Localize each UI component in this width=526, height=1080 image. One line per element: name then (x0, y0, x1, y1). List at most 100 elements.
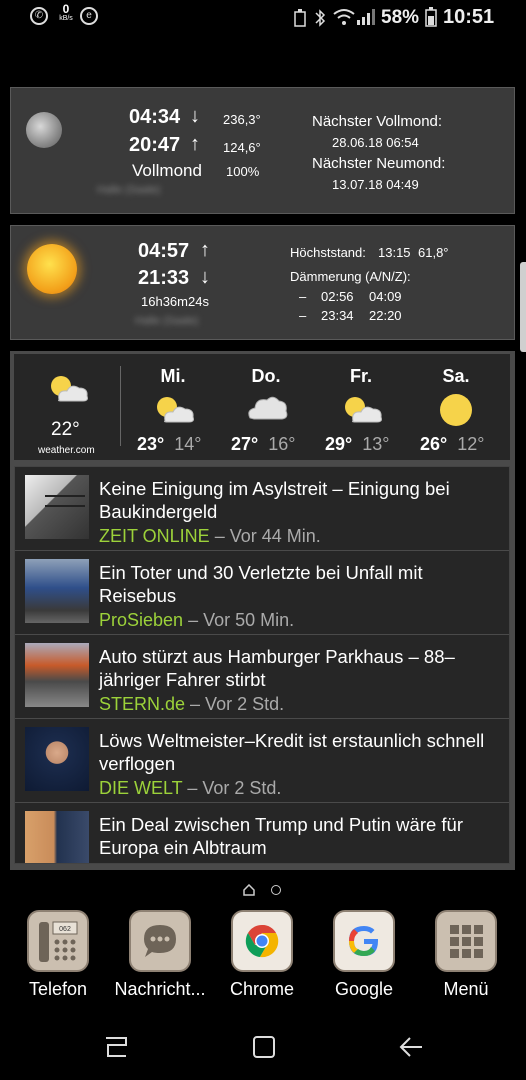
home-button-icon[interactable] (251, 1034, 277, 1060)
sun-widget[interactable]: 04:57 ↑ 21:33 ↓ 16h36m24s Halle (Saale) … (10, 225, 515, 340)
forecast-day-2-high: 27° (231, 434, 259, 454)
news-time: – Vor 2 Std. (190, 694, 285, 714)
battery-saver-icon (294, 9, 306, 27)
forecast-day-4-temps: 26° 12° (420, 434, 484, 455)
forecast-day-1-high: 23° (137, 434, 165, 454)
news-thumbnail (25, 727, 89, 791)
solar-peak-angle: 61,8° (418, 245, 449, 260)
whatsapp-icon: ✆ (30, 7, 48, 25)
weather-panel[interactable]: 22° weather.com Mi. 23° 14° Do. 27° 16° … (14, 354, 510, 460)
twilight-row1-dash: – (299, 289, 307, 304)
news-time: – Vor 44 Min. (214, 526, 321, 546)
weather-source: weather.com (38, 445, 95, 456)
news-meta: ZEIT ONLINE – Vor 44 Min. (99, 526, 321, 547)
day-length: 16h36m24s (141, 294, 209, 309)
location-blurred: Halle (Saale) (97, 184, 161, 196)
twilight-row2-dash: – (299, 308, 307, 323)
news-title: Auto stürzt aus Hamburger Parkhaus – 88–… (99, 646, 455, 690)
recent-apps-icon[interactable] (104, 1034, 130, 1060)
signal-icon (357, 9, 375, 25)
moon-set-arrow: ↑ (190, 133, 200, 155)
next-new-moon-date: 13.07.18 04:49 (332, 177, 419, 192)
next-full-moon-label: Nächster Vollmond: (312, 113, 443, 130)
sunrise-time: 04:57 (138, 240, 190, 262)
messages-icon[interactable] (129, 910, 191, 972)
twilight-row1-morning-a: 02:56 (321, 289, 354, 304)
moon-widget[interactable]: 04:34 ↓ 236,3° 20:47 ↑ 124,6° Vollmond 1… (10, 87, 515, 214)
wifi-icon (333, 9, 355, 25)
moon-illumination: 100% (226, 164, 260, 179)
sunset-arrow: ↓ (200, 266, 210, 288)
apps-grid-icon[interactable] (435, 910, 497, 972)
news-thumbnail (25, 559, 89, 623)
sun-icon (27, 244, 77, 294)
page-indicator-dot[interactable] (271, 885, 281, 895)
bluetooth-icon (315, 9, 326, 27)
news-item[interactable]: Keine Einigung im Asylstreit – Einigung … (15, 467, 509, 551)
forecast-day-3-low: 13° (362, 434, 390, 454)
forecast-day-3-high: 29° (325, 434, 353, 454)
news-item[interactable]: Auto stürzt aus Hamburger Parkhaus – 88–… (15, 635, 509, 719)
sunset-time: 21:33 (138, 267, 190, 289)
next-full-moon-date: 28.06.18 06:54 (332, 135, 419, 150)
forecast-day-2-name: Do. (251, 366, 281, 386)
solar-peak-time: 13:15 (378, 245, 411, 260)
news-list[interactable]: Keine Einigung im Asylstreit – Einigung … (14, 466, 510, 864)
moon-rise-time: 04:34 (129, 106, 181, 128)
cloudy-icon (248, 396, 288, 420)
news-title: Ein Deal zwischen Trump und Putin wäre f… (99, 814, 464, 858)
battery-percent: 58% (381, 7, 420, 28)
dock-item-chrome[interactable]: Chrome (210, 910, 314, 1000)
forecast-day-2-low: 16° (268, 434, 296, 454)
news-meta: DIE WELT – Vor 2 Std. (99, 778, 281, 799)
dock-item-google[interactable]: Google (312, 910, 416, 1000)
network-speed-value: 0 (62, 2, 70, 16)
home-page-indicator-icon[interactable] (243, 884, 255, 896)
weather-divider (120, 366, 121, 446)
news-title: Ein Toter und 30 Verletzte bei Unfall mi… (99, 562, 423, 606)
forecast-day-4-high: 26° (420, 434, 448, 454)
forecast-day-2-temps: 27° 16° (231, 434, 295, 455)
edge-panel-handle[interactable] (520, 262, 526, 352)
news-time: – Vor 50 Min. (188, 610, 295, 630)
twilight-row1-morning-b: 04:09 (369, 289, 402, 304)
phone-icon[interactable]: 062 (27, 910, 89, 972)
e-app-icon: e (80, 7, 98, 25)
location-blurred: Halle (Saale) (135, 315, 199, 327)
news-item[interactable]: Löws Weltmeister–Kredit ist erstaunlich … (15, 719, 509, 803)
news-item[interactable]: Ein Deal zwischen Trump und Putin wäre f… (15, 803, 509, 863)
current-partly-cloudy-icon (51, 376, 88, 402)
dock-label: Telefon (28, 979, 88, 999)
forecast-day-3-temps: 29° 13° (325, 434, 389, 455)
dock-item-menu[interactable]: Menü (414, 910, 518, 1000)
news-item[interactable]: Ein Toter und 30 Verletzte bei Unfall mi… (15, 551, 509, 635)
sunny-icon (440, 394, 472, 426)
dock-label: Menü (443, 979, 489, 999)
moon-phase: Vollmond (132, 161, 202, 180)
dock-label: Nachricht... (114, 979, 206, 999)
forecast-day-3-name: Fr. (349, 366, 372, 386)
back-button-icon[interactable] (398, 1034, 424, 1060)
current-temperature: 22° (51, 419, 80, 440)
phone-display-number: 062 (59, 926, 71, 933)
news-thumbnail (25, 811, 89, 863)
news-time: – Vor 2 Std. (187, 778, 282, 798)
dock-item-nachrichten[interactable]: Nachricht... (108, 910, 212, 1000)
google-icon[interactable] (333, 910, 395, 972)
status-bar: ✆ 0 kB/s e 58% 10:51 (0, 0, 526, 36)
forecast-day-1-low: 14° (174, 434, 202, 454)
clock: 10:51 (443, 6, 495, 28)
moon-icon (26, 112, 62, 148)
next-new-moon-label: Nächster Neumond: (312, 155, 446, 172)
partly-cloudy-icon (157, 397, 194, 423)
forecast-day-4-low: 12° (457, 434, 485, 454)
news-title: Keine Einigung im Asylstreit – Einigung … (99, 478, 450, 522)
forecast-day-1-temps: 23° 14° (137, 434, 201, 455)
moon-rise-angle: 236,3° (223, 112, 261, 127)
dock-item-telefon[interactable]: 062 Telefon (6, 910, 110, 1000)
news-source: STERN.de (99, 694, 186, 714)
chrome-icon[interactable] (231, 910, 293, 972)
news-source: ZEIT ONLINE (99, 526, 210, 546)
news-source: DIE WELT (99, 778, 183, 798)
moon-set-angle: 124,6° (223, 140, 261, 155)
